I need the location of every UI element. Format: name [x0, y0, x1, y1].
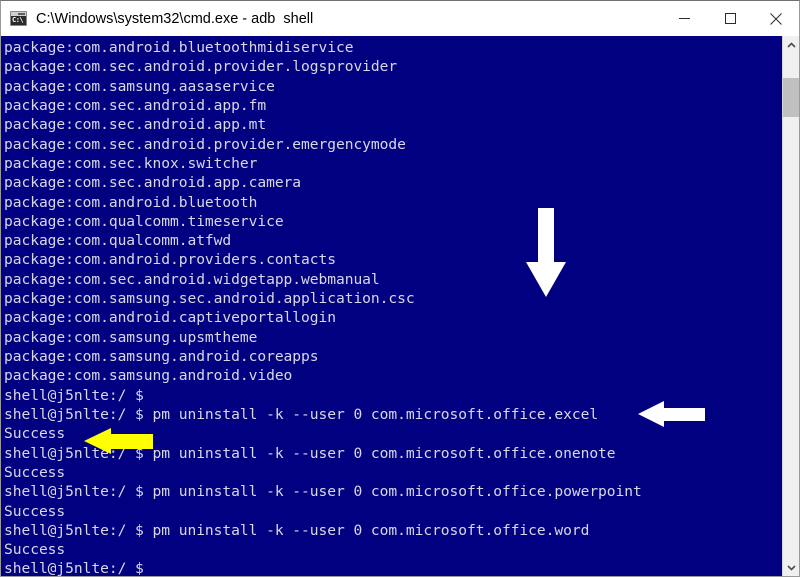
terminal-text: package:com.android.bluetoothmidiservice… — [4, 38, 777, 576]
arrow-left-icon — [638, 401, 705, 427]
terminal-line: Success — [4, 502, 66, 520]
terminal-line: package:com.qualcomm.timeservice — [4, 212, 284, 230]
terminal-line: shell@j5nlte:/ $ — [4, 560, 144, 576]
terminal-line: package:com.samsung.android.coreapps — [4, 348, 319, 365]
left-arrow-annotation-success — [84, 426, 154, 456]
close-button[interactable] — [753, 1, 799, 36]
terminal-line: package:com.qualcomm.atfwd — [4, 232, 232, 250]
terminal-line: package:com.android.captiveportallogin — [4, 309, 336, 327]
arrow-down-icon — [526, 208, 566, 297]
scrollbar-up-button[interactable] — [783, 36, 799, 53]
terminal-line: package:com.sec.android.app.fm — [4, 96, 267, 114]
terminal-line: package:com.sec.android.provider.emergen… — [4, 135, 406, 153]
terminal-line: shell@j5nlte:/ $ pm uninstall -k --user … — [4, 483, 642, 501]
terminal-line: package:com.sec.android.provider.logspro… — [4, 58, 398, 76]
minimize-button[interactable] — [661, 1, 707, 36]
chevron-up-icon — [786, 41, 796, 48]
title-bar[interactable]: C:\ C:\Windows\system32\cmd.exe - adb sh… — [1, 1, 799, 36]
scrollbar-down-button[interactable] — [783, 559, 799, 576]
terminal-line: package:com.samsung.android.video — [4, 367, 293, 385]
left-arrow-annotation-command — [638, 399, 706, 429]
minimize-icon — [678, 18, 690, 19]
window-controls — [661, 1, 799, 36]
terminal-line: package:com.sec.android.app.mt — [4, 116, 267, 134]
terminal-line: package:com.android.bluetoothmidiservice — [4, 39, 354, 56]
terminal-line: shell@j5nlte:/ $ pm uninstall -k --user … — [4, 521, 590, 539]
terminal-line: package:com.samsung.upsmtheme — [4, 328, 258, 346]
terminal-line: package:com.android.bluetooth — [4, 193, 258, 211]
terminal-line: package:com.sec.android.widgetapp.webman… — [4, 270, 380, 288]
window-title: C:\Windows\system32\cmd.exe - adb shell — [36, 10, 314, 27]
terminal-line: package:com.samsung.aasaservice — [4, 77, 275, 95]
chevron-down-icon — [786, 564, 796, 571]
terminal-line: Success — [4, 541, 66, 559]
cmd-console-icon: C:\ — [10, 11, 27, 26]
terminal-line: package:com.android.providers.contacts — [4, 251, 336, 269]
scrollbar-thumb[interactable] — [783, 78, 799, 117]
vertical-scrollbar[interactable] — [782, 36, 799, 576]
cmd-window: C:\ C:\Windows\system32\cmd.exe - adb sh… — [0, 0, 800, 577]
down-arrow-annotation — [525, 208, 567, 298]
maximize-button[interactable] — [707, 1, 753, 36]
maximize-icon — [724, 13, 736, 24]
console-output-area[interactable]: package:com.android.bluetoothmidiservice… — [1, 36, 799, 576]
close-icon — [770, 12, 782, 25]
terminal-line: package:com.sec.android.app.camera — [4, 174, 302, 192]
terminal-line: package:com.sec.knox.switcher — [4, 154, 258, 172]
icon-prompt-text: C:\ — [12, 16, 24, 24]
terminal-line: Success — [4, 463, 66, 481]
terminal-line: package:com.samsung.sec.android.applicat… — [4, 290, 415, 308]
arrow-left-yellow-icon — [84, 428, 153, 454]
